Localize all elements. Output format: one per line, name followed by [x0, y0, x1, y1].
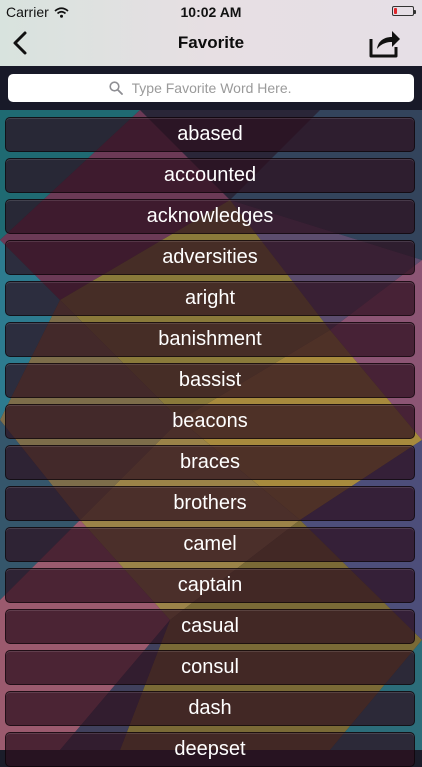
word-list-item[interactable]: captain — [5, 568, 415, 603]
word-list-item[interactable]: adversities — [5, 240, 415, 275]
word-list-item[interactable]: accounted — [5, 158, 415, 193]
battery-icon — [392, 6, 416, 16]
word-label: captain — [177, 574, 243, 596]
word-label: aright — [184, 287, 236, 309]
word-label: camel — [183, 533, 237, 555]
page-title: Favorite — [177, 33, 245, 52]
word-label: casual — [181, 615, 239, 637]
word-label: consul — [181, 656, 239, 678]
search-input[interactable] — [129, 79, 314, 97]
word-list-item[interactable]: casual — [5, 609, 415, 644]
word-list-item[interactable]: beacons — [5, 404, 415, 439]
word-list-item[interactable]: camel — [5, 527, 415, 562]
word-label: adversities — [162, 246, 258, 268]
share-icon[interactable] — [368, 27, 402, 59]
word-label: bassist — [178, 369, 242, 391]
word-list-item[interactable]: banishment — [5, 322, 415, 357]
word-list-item[interactable]: consul — [5, 650, 415, 685]
word-list-item[interactable]: brothers — [5, 486, 415, 521]
word-list-item[interactable]: abased — [5, 117, 415, 152]
word-label: accounted — [163, 164, 257, 186]
word-label: dash — [188, 697, 232, 719]
word-list-item[interactable]: aright — [5, 281, 415, 316]
search-field[interactable] — [8, 74, 414, 102]
word-list-item[interactable]: acknowledges — [5, 199, 415, 234]
word-list-item[interactable]: bassist — [5, 363, 415, 398]
word-list-item[interactable]: braces — [5, 445, 415, 480]
status-bar: Carrier 10:02 AM — [0, 0, 422, 24]
word-label: abased — [177, 123, 243, 145]
word-label: banishment — [158, 328, 262, 350]
search-bar — [0, 66, 422, 110]
word-label: braces — [179, 451, 241, 473]
word-label: beacons — [172, 410, 248, 432]
status-time: 10:02 AM — [180, 4, 242, 20]
word-label: brothers — [173, 492, 247, 514]
word-list-item[interactable]: dash — [5, 691, 415, 726]
word-label: acknowledges — [146, 205, 274, 227]
search-icon — [108, 81, 123, 95]
